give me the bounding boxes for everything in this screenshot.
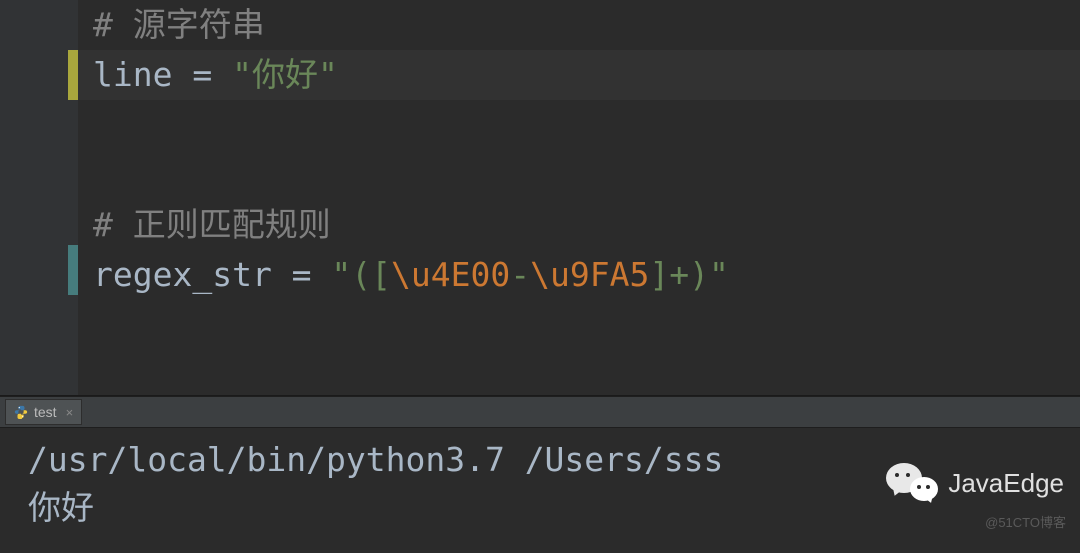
gutter-change-marker xyxy=(68,50,78,100)
variable-name: regex_str xyxy=(93,255,272,294)
code-line[interactable]: line = "你好" xyxy=(78,50,1080,100)
comment-text: # 正则匹配规则 xyxy=(93,205,331,244)
code-editor-area[interactable]: # 源字符串 line = "你好" # 正则匹配规则 regex_str = … xyxy=(0,0,1080,396)
console-tab-bar: test × xyxy=(0,396,1080,428)
escape-sequence: \u9FA5 xyxy=(530,255,649,294)
operator: = xyxy=(172,55,232,94)
code-line[interactable]: # 正则匹配规则 xyxy=(78,200,1080,250)
string-quote: " xyxy=(331,255,351,294)
string-content: ]+) xyxy=(649,255,709,294)
editor-gutter xyxy=(0,0,78,395)
string-content: - xyxy=(510,255,530,294)
string-content: ([ xyxy=(351,255,391,294)
comment-text: # 源字符串 xyxy=(93,5,265,44)
code-line-empty[interactable] xyxy=(78,100,1080,150)
string-literal: "你好" xyxy=(232,55,338,94)
variable-name: line xyxy=(93,55,172,94)
close-icon[interactable]: × xyxy=(66,405,74,420)
console-tab-test[interactable]: test × xyxy=(5,399,82,425)
watermark: JavaEdge xyxy=(886,461,1064,505)
operator: = xyxy=(272,255,332,294)
watermark-text: JavaEdge xyxy=(948,468,1064,499)
wechat-icon xyxy=(886,461,938,505)
code-line[interactable]: regex_str = "([\u4E00-\u9FA5]+)" xyxy=(78,250,1080,300)
code-content[interactable]: # 源字符串 line = "你好" # 正则匹配规则 regex_str = … xyxy=(78,0,1080,300)
escape-sequence: \u4E00 xyxy=(391,255,510,294)
gutter-change-marker xyxy=(68,245,78,295)
code-line[interactable]: # 源字符串 xyxy=(78,0,1080,50)
attribution-text: @51CTO博客 xyxy=(985,512,1066,531)
python-file-icon xyxy=(14,405,28,419)
tab-label: test xyxy=(34,404,57,420)
string-quote: " xyxy=(709,255,729,294)
code-line-empty[interactable] xyxy=(78,150,1080,200)
